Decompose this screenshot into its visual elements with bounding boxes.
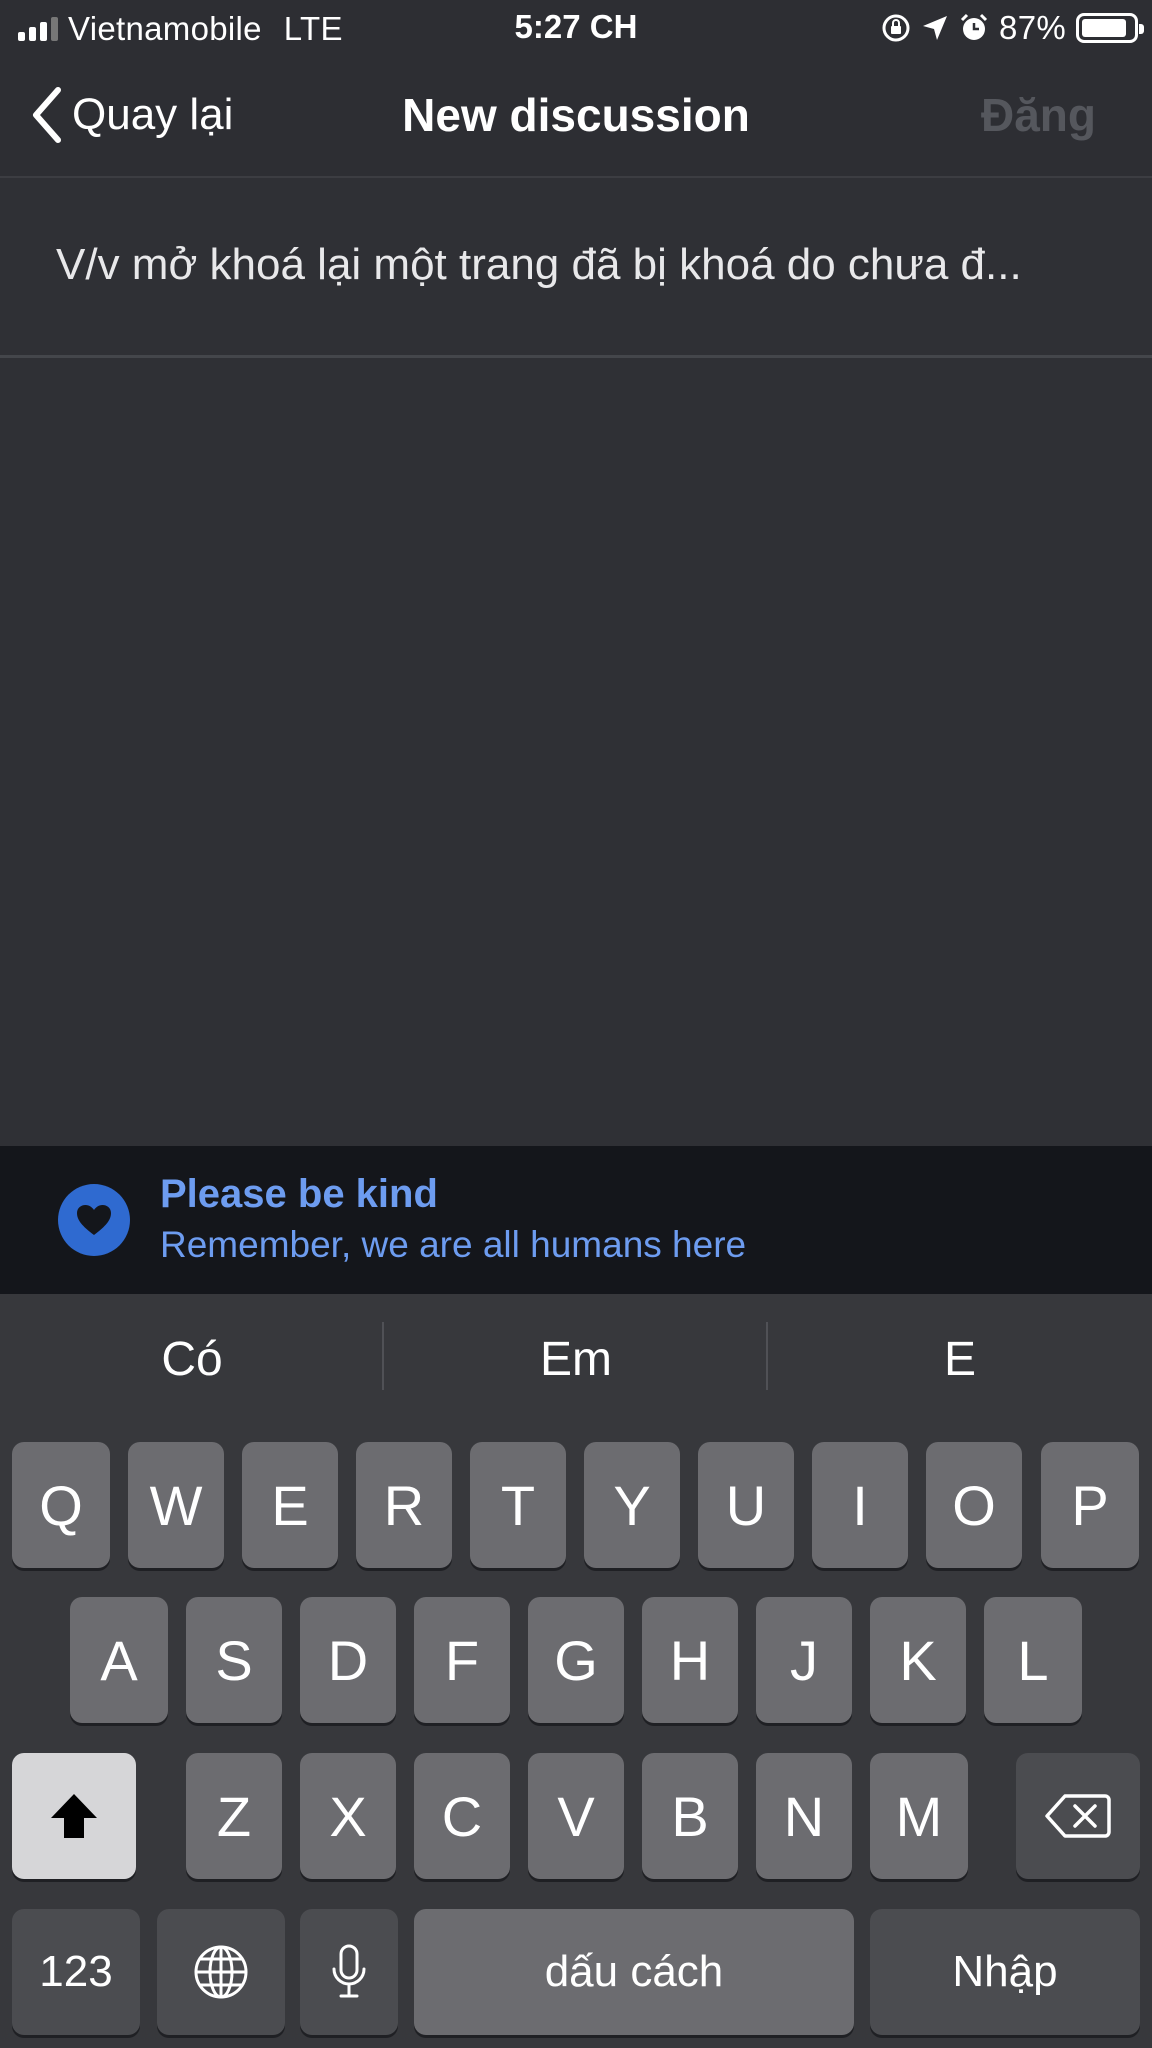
globe-icon bbox=[194, 1945, 248, 1999]
banner-subtext: Remember, we are all humans here bbox=[160, 1224, 747, 1265]
banner-heading: Please be kind bbox=[160, 1172, 438, 1216]
suggestion-bar: Có Em E bbox=[0, 1294, 1152, 1432]
suggestion-3[interactable]: E bbox=[768, 1332, 1152, 1387]
key-q[interactable]: Q bbox=[12, 1442, 110, 1568]
location-arrow-icon bbox=[923, 16, 948, 40]
title-input[interactable]: V/v mở khoá lại một trang đã bị khoá do … bbox=[0, 180, 1152, 358]
microphone-icon bbox=[332, 1944, 366, 1998]
key-b[interactable]: B bbox=[642, 1753, 738, 1879]
globe-key[interactable] bbox=[157, 1909, 285, 2035]
key-e[interactable]: E bbox=[242, 1442, 338, 1568]
key-i[interactable]: I bbox=[812, 1442, 908, 1568]
key-t[interactable]: T bbox=[470, 1442, 566, 1568]
status-bar: Vietnamobile LTE 5:27 CH 87% bbox=[0, 0, 1152, 58]
microphone-key[interactable] bbox=[300, 1909, 398, 2035]
return-key[interactable]: Nhập bbox=[870, 1909, 1140, 2035]
battery-fill bbox=[1082, 19, 1126, 37]
suggestion-2[interactable]: Em bbox=[384, 1332, 768, 1387]
battery-icon bbox=[1076, 13, 1144, 43]
battery-percent: 87% bbox=[999, 9, 1066, 46]
kindness-banner: Please be kind Remember, we are all huma… bbox=[0, 1146, 1152, 1294]
backspace-icon bbox=[1045, 1794, 1111, 1838]
page-title: New discussion bbox=[402, 89, 750, 141]
key-j[interactable]: J bbox=[756, 1597, 852, 1723]
key-g[interactable]: G bbox=[528, 1597, 624, 1723]
key-w[interactable]: W bbox=[128, 1442, 224, 1568]
key-d[interactable]: D bbox=[300, 1597, 396, 1723]
key-z[interactable]: Z bbox=[186, 1753, 282, 1879]
key-y[interactable]: Y bbox=[584, 1442, 680, 1568]
key-a[interactable]: A bbox=[70, 1597, 168, 1723]
numbers-key[interactable]: 123 bbox=[12, 1909, 140, 2035]
key-l[interactable]: L bbox=[984, 1597, 1082, 1723]
alarm-icon bbox=[960, 13, 988, 40]
key-r[interactable]: R bbox=[356, 1442, 452, 1568]
key-v[interactable]: V bbox=[528, 1753, 624, 1879]
post-button[interactable]: Đăng bbox=[981, 88, 1096, 142]
key-c[interactable]: C bbox=[414, 1753, 510, 1879]
suggestion-1[interactable]: Có bbox=[0, 1332, 384, 1387]
space-key[interactable]: dấu cách bbox=[414, 1909, 854, 2035]
title-input-text: V/v mở khoá lại một trang đã bị khoá do … bbox=[56, 240, 1022, 289]
key-s[interactable]: S bbox=[186, 1597, 282, 1723]
key-x[interactable]: X bbox=[300, 1753, 396, 1879]
heart-icon bbox=[58, 1184, 130, 1256]
key-h[interactable]: H bbox=[642, 1597, 738, 1723]
backspace-key[interactable] bbox=[1016, 1753, 1140, 1879]
key-u[interactable]: U bbox=[698, 1442, 794, 1568]
key-n[interactable]: N bbox=[756, 1753, 852, 1879]
key-p[interactable]: P bbox=[1041, 1442, 1139, 1568]
orientation-lock-icon bbox=[882, 14, 910, 42]
shift-icon bbox=[51, 1794, 97, 1838]
key-m[interactable]: M bbox=[870, 1753, 968, 1879]
status-right: 87% bbox=[881, 8, 1144, 48]
keyboard: Có Em E Q W E R T Y U I O P A S D F G H … bbox=[0, 1294, 1152, 2048]
navigation-bar: Quay lại New discussion Đăng bbox=[0, 58, 1152, 178]
body-editor[interactable] bbox=[0, 361, 1152, 1146]
key-f[interactable]: F bbox=[414, 1597, 510, 1723]
key-k[interactable]: K bbox=[870, 1597, 966, 1723]
key-o[interactable]: O bbox=[926, 1442, 1022, 1568]
shift-key[interactable] bbox=[12, 1753, 136, 1879]
